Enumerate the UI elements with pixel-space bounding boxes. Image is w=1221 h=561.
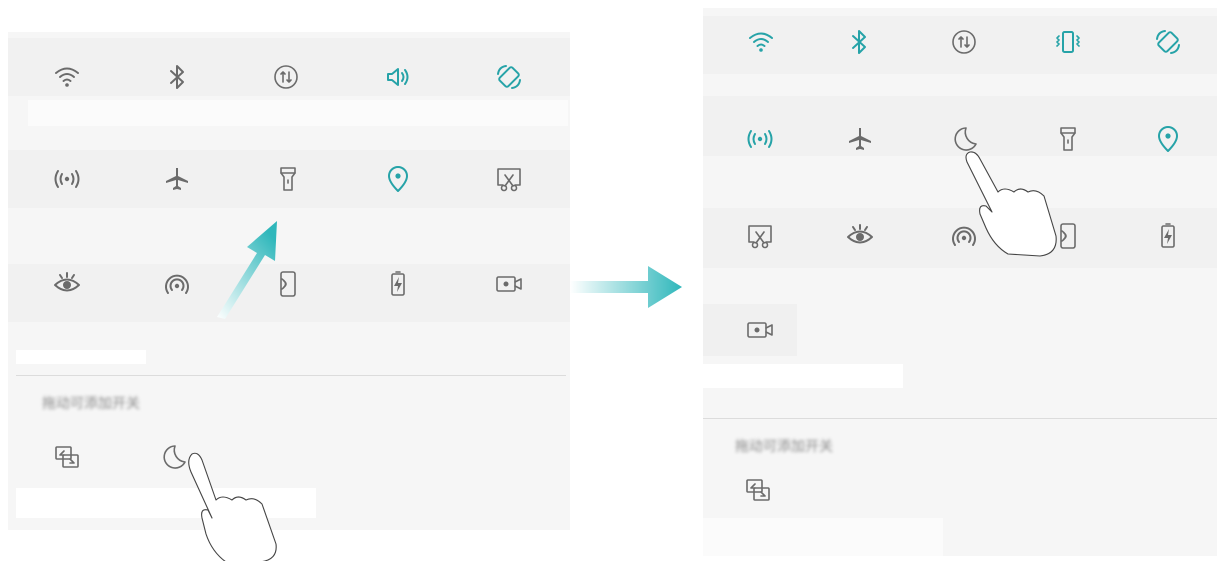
tile-projection[interactable] [45,435,89,479]
bluetooth-icon [170,65,184,89]
airplane-icon [166,168,188,190]
section-divider [16,375,566,376]
nfc-icon [952,226,976,246]
section-divider [703,418,1217,419]
huawei-share-icon [1060,223,1076,249]
tile-wifi[interactable] [45,55,89,99]
wifi-icon [749,32,773,52]
tile-nfc[interactable] [942,214,986,258]
drag-to-add-label: 拖动可添加开关 [42,396,140,412]
auto-rotate-icon [497,65,521,89]
tile-mobile-data[interactable] [264,55,308,99]
tile-screen-recorder[interactable] [738,308,782,352]
flashlight-icon [280,167,296,191]
tile-screenshot[interactable] [738,214,782,258]
projection-icon [55,446,79,468]
drag-to-add-label: 拖动可添加开关 [735,439,833,455]
tile-do-not-disturb[interactable] [942,117,986,161]
tile-hotspot[interactable] [45,157,89,201]
location-icon [1158,126,1178,152]
flashlight-icon [1060,127,1076,151]
tile-sound[interactable] [376,55,420,99]
quick-settings-panel-after: 拖动可添加开关 [703,8,1217,556]
do-not-disturb-icon [163,445,186,469]
tile-airplane[interactable] [838,117,882,161]
tile-bluetooth[interactable] [837,20,881,64]
tile-location[interactable] [1146,117,1190,161]
tile-nfc[interactable] [155,262,199,306]
tile-eye-comfort[interactable] [45,262,89,306]
mobile-data-icon [274,65,298,89]
tile-mobile-data[interactable] [942,20,986,64]
screen-recorder-icon [747,322,773,338]
airplane-icon [849,128,871,150]
tile-airplane[interactable] [155,157,199,201]
sound-icon [387,68,409,86]
panel-band [28,100,568,126]
tile-flashlight[interactable] [266,157,310,201]
tile-flashlight[interactable] [1046,117,1090,161]
tile-power-saving[interactable] [376,262,420,306]
eye-comfort-icon [54,272,80,292]
projection-icon [746,479,770,501]
tile-bluetooth[interactable] [155,55,199,99]
wifi-icon [55,67,79,87]
eye-comfort-icon [847,224,873,244]
tile-screenshot[interactable] [487,157,531,201]
bluetooth-icon [852,30,866,54]
panel-band [16,488,316,518]
do-not-disturb-icon [954,127,977,151]
screenshot-icon [748,225,772,249]
power-saving-icon [1161,223,1175,248]
tile-do-not-disturb[interactable] [151,435,195,479]
tile-hotspot[interactable] [738,117,782,161]
tile-projection[interactable] [736,468,780,512]
mobile-data-icon [952,30,976,54]
auto-rotate-icon [1156,30,1180,54]
panel-band [703,518,943,556]
tile-auto-rotate[interactable] [487,55,531,99]
tile-screen-recorder[interactable] [487,262,531,306]
tile-wifi[interactable] [739,20,783,64]
screen-recorder-icon [496,276,522,292]
nfc-icon [165,274,189,294]
panel-band [16,350,146,364]
power-saving-icon [391,271,405,296]
tile-huawei-share[interactable] [1046,214,1090,258]
screenshot-icon [497,168,521,192]
drag-direction-arrow [217,221,277,319]
tile-auto-rotate[interactable] [1146,20,1190,64]
tile-eye-comfort[interactable] [838,214,882,258]
tile-location[interactable] [376,157,420,201]
vibrate-icon [1056,31,1080,53]
location-icon [388,166,408,192]
transition-arrow [570,266,682,308]
tile-vibrate[interactable] [1046,20,1090,64]
panel-band [703,364,903,388]
hotspot-icon [747,130,773,148]
hotspot-icon [54,170,80,188]
tile-power-saving[interactable] [1146,214,1190,258]
